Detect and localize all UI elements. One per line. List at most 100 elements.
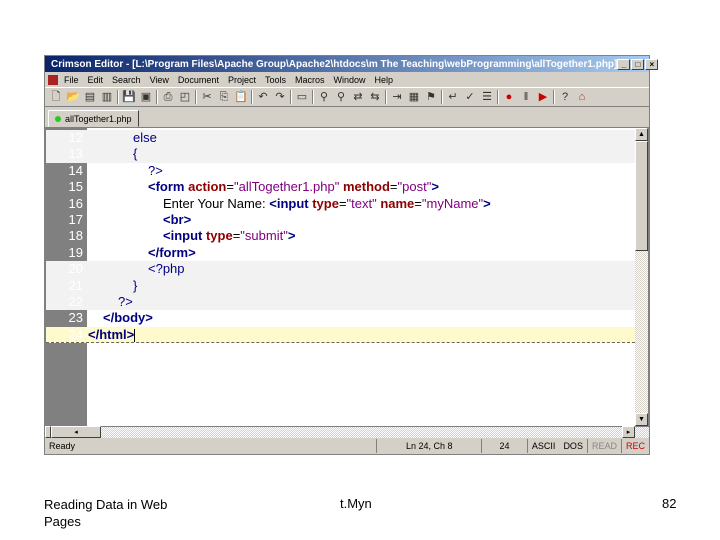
directory-icon[interactable]: ▦ bbox=[407, 90, 421, 104]
undo-icon[interactable]: ↶ bbox=[256, 90, 270, 104]
code-line: 14 ?> bbox=[46, 163, 635, 179]
minimize-button[interactable]: _ bbox=[617, 58, 631, 70]
menu-file[interactable]: File bbox=[64, 75, 79, 85]
code-token: <br> bbox=[163, 212, 192, 227]
scroll-thumb[interactable] bbox=[635, 141, 648, 251]
menu-view[interactable]: View bbox=[150, 75, 169, 85]
code-token: "text" bbox=[346, 195, 381, 211]
open-folder-icon[interactable]: ▥ bbox=[100, 90, 114, 104]
line-number: 18 bbox=[68, 228, 83, 244]
cut-icon[interactable]: ✂ bbox=[200, 90, 214, 104]
maximize-button[interactable]: □ bbox=[631, 58, 645, 70]
new-file-icon[interactable]: 🗋 bbox=[49, 90, 63, 104]
line-number: 14 bbox=[68, 162, 83, 178]
toolbar-separator bbox=[312, 90, 314, 104]
paste-icon[interactable]: 📋 bbox=[234, 90, 248, 104]
code-token: </body> bbox=[103, 310, 153, 326]
vertical-scrollbar[interactable]: ▲ ▼ bbox=[635, 128, 648, 426]
scroll-right-icon[interactable]: ▸ bbox=[622, 426, 635, 438]
menu-project[interactable]: Project bbox=[228, 75, 256, 85]
save-all-icon[interactable]: ▣ bbox=[139, 90, 153, 104]
code-token: Enter Your Name: bbox=[163, 195, 270, 211]
code-token: <?php bbox=[148, 261, 185, 277]
scroll-thumb-horizontal[interactable]: ◂ bbox=[51, 426, 101, 438]
code-line: 15 <form action="allTogether1.php" method… bbox=[46, 179, 635, 195]
goto-icon[interactable]: ⇥ bbox=[390, 90, 404, 104]
close-button[interactable]: × bbox=[645, 58, 659, 70]
replace-all-icon[interactable]: ⇆ bbox=[368, 90, 382, 104]
code-token: = bbox=[338, 195, 347, 211]
menu-window[interactable]: Window bbox=[334, 75, 366, 85]
document-icon bbox=[48, 74, 58, 85]
code-line: 17 <br> bbox=[46, 212, 635, 228]
code-text: } bbox=[88, 278, 137, 294]
help-icon[interactable]: ? bbox=[558, 90, 572, 104]
pause-icon[interactable]: ‖ bbox=[519, 90, 533, 104]
code-text: </html> bbox=[88, 327, 136, 343]
find-icon[interactable]: ⚲ bbox=[317, 90, 331, 104]
code-text: <form action="allTogether1.php" method="… bbox=[88, 179, 439, 195]
code-line: 18 <input type="submit"> bbox=[46, 228, 635, 244]
record-macro-icon[interactable]: ● bbox=[502, 90, 516, 104]
redo-icon[interactable]: ↷ bbox=[273, 90, 287, 104]
footer-title-line1: Reading Data in Web bbox=[44, 497, 168, 512]
tab-label: allTogether1.php bbox=[65, 113, 132, 124]
code-token: { bbox=[133, 146, 138, 162]
play-icon[interactable]: ▶ bbox=[536, 90, 550, 104]
code-token: = bbox=[389, 179, 398, 195]
scroll-down-icon[interactable]: ▼ bbox=[635, 413, 648, 426]
status-ready: Ready bbox=[49, 441, 76, 451]
line-number: 24 bbox=[68, 326, 83, 342]
line-number: 16 bbox=[68, 195, 83, 211]
scroll-up-icon[interactable]: ▲ bbox=[635, 128, 648, 141]
copy-icon[interactable]: ⎘ bbox=[217, 90, 231, 104]
code-token: > bbox=[483, 195, 491, 211]
menu-tools[interactable]: Tools bbox=[265, 75, 286, 85]
code-text: ?> bbox=[88, 294, 133, 310]
open-file-icon[interactable]: 📂 bbox=[66, 90, 80, 104]
code-text: </body> bbox=[88, 310, 153, 326]
code-text: <?php bbox=[88, 261, 185, 277]
menu-document[interactable]: Document bbox=[178, 75, 219, 85]
find-next-icon[interactable]: ⚲ bbox=[334, 90, 348, 104]
ftp-icon[interactable]: ⚑ bbox=[424, 90, 438, 104]
replace-icon[interactable]: ⇄ bbox=[351, 90, 365, 104]
code-token: name bbox=[380, 195, 415, 211]
line-number: 19 bbox=[68, 244, 83, 260]
spell-icon[interactable]: ✓ bbox=[463, 90, 477, 104]
toolbar-separator bbox=[156, 90, 158, 104]
code-token: "allTogether1.php" bbox=[233, 179, 343, 195]
text-caret bbox=[134, 328, 136, 342]
print-icon[interactable]: ⎙ bbox=[161, 90, 175, 104]
code-token: "myName" bbox=[421, 195, 484, 211]
code-text: ?> bbox=[88, 163, 163, 179]
toggle-view-icon[interactable]: ▭ bbox=[295, 90, 309, 104]
menu-help[interactable]: Help bbox=[375, 75, 394, 85]
menu-macros[interactable]: Macros bbox=[295, 75, 325, 85]
tab-alltogether1[interactable]: allTogether1.php bbox=[48, 110, 139, 127]
window-title: Crimson Editor - [L:\Program Files\Apach… bbox=[51, 58, 618, 70]
toolbar: 🗋 📂 ▤ ▥ 💾 ▣ ⎙ ◰ ✂ ⎘ 📋 ↶ ↷ ▭ ⚲ ⚲ ⇄ ⇆ ⇥ ▦ ⚑ ↵ ✓ ☰ ● ‖ ▶? ⌂ bbox=[45, 87, 649, 107]
slide-footer-title: Reading Data in Web Pages bbox=[44, 496, 167, 530]
status-read: READ bbox=[586, 439, 621, 453]
open-remote-icon[interactable]: ▤ bbox=[83, 90, 97, 104]
line-numbers-icon[interactable]: ☰ bbox=[480, 90, 494, 104]
save-icon[interactable]: 💾 bbox=[122, 90, 136, 104]
word-wrap-icon[interactable]: ↵ bbox=[446, 90, 460, 104]
home-icon[interactable]: ⌂ bbox=[575, 90, 589, 104]
code-line: 24 </html> bbox=[46, 326, 635, 344]
code-token: > bbox=[287, 228, 296, 244]
status-format: DOS bbox=[563, 441, 583, 451]
status-position: Ln 24, Ch 8 bbox=[376, 439, 481, 453]
print-preview-icon[interactable]: ◰ bbox=[178, 90, 192, 104]
menu-edit[interactable]: Edit bbox=[88, 75, 104, 85]
menu-search[interactable]: Search bbox=[112, 75, 141, 85]
line-number: 20 bbox=[68, 261, 83, 277]
code-token: = bbox=[414, 195, 422, 211]
horizontal-scrollbar[interactable]: ◂ ▸ bbox=[45, 426, 649, 438]
status-encoding: ASCII bbox=[526, 439, 560, 453]
code-text: <br> bbox=[88, 212, 191, 228]
code-token: <input bbox=[163, 228, 206, 244]
code-line: 13 { bbox=[46, 146, 635, 163]
code-editor[interactable]: 12 else 13{14 ?> 15 <form action="allTogether… bbox=[45, 127, 649, 427]
